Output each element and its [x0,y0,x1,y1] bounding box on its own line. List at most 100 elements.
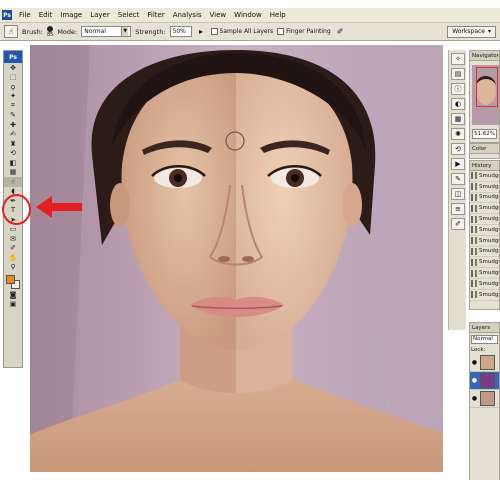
layer-thumbnail [480,373,495,388]
eye-icon[interactable]: ● [471,359,478,366]
navigator-icon[interactable]: ✧ [451,53,465,65]
menu-filter[interactable]: Filter [143,8,168,23]
view-box[interactable] [476,67,498,107]
healing-brush-icon[interactable]: ✚ [4,120,22,130]
move-icon[interactable]: ✥ [4,63,22,73]
histogram-icon[interactable]: ▤ [451,68,465,80]
pressure-icon[interactable]: ✐ [335,26,346,37]
history-source-checkbox[interactable] [471,258,473,266]
zoom-icon[interactable]: ⚲ [4,263,22,273]
sample-all-layers-checkbox[interactable]: Sample All Layers [210,28,273,35]
brush-icon[interactable]: ✍ [4,130,22,140]
history-row[interactable]: Smudge [470,182,499,193]
history-row[interactable]: Smudge [470,236,499,247]
tool-preset-picker[interactable]: ☝ [4,25,18,38]
history-source-checkbox[interactable] [471,269,473,277]
history-brush-icon[interactable]: ⟲ [4,149,22,159]
menu-help[interactable]: Help [266,8,290,23]
menu-layer[interactable]: Layer [86,8,114,23]
blend-mode-select[interactable]: Normal [471,335,498,344]
notes-icon[interactable]: ✉ [4,234,22,244]
magic-wand-icon[interactable]: ✦ [4,92,22,102]
navigator-thumbnail[interactable] [472,65,499,125]
history-icon[interactable]: ⟲ [451,143,465,155]
history-row[interactable]: Smudge [470,290,499,301]
menu-view[interactable]: View [206,8,231,23]
actions-icon[interactable]: ▶ [451,158,465,170]
tool-presets-icon[interactable]: ✎ [451,173,465,185]
finger-painting-checkbox[interactable]: Finger Painting [277,28,331,35]
crop-icon[interactable]: ⌗ [4,101,22,111]
mode-select[interactable]: Normal ▼ [81,26,132,37]
history-row[interactable]: Smudge [470,203,499,215]
history-row[interactable]: Smudge [470,279,499,290]
layer-row-selected[interactable]: ● [470,372,499,390]
menu-image[interactable]: Image [56,8,86,23]
slice-icon[interactable]: ✎ [4,111,22,121]
history-source-checkbox[interactable] [471,193,473,201]
history-row[interactable]: Smudge [470,247,499,258]
history-row[interactable]: Smudge [470,268,499,279]
eraser-icon[interactable]: ◧ [4,158,22,168]
layer-row[interactable]: ● [470,390,499,408]
eyedropper-icon[interactable]: ✐ [4,244,22,254]
layer-row[interactable]: ● [470,354,499,372]
hand-icon[interactable]: ✋ [4,253,22,263]
strength-input[interactable]: 50% [169,26,192,37]
tab-color[interactable]: Color [470,144,499,154]
swatches-icon[interactable]: ▦ [451,113,465,125]
history-row[interactable]: Smudge [470,193,499,204]
marquee-icon[interactable]: ⬚ [4,73,22,83]
highlight-circle [2,194,31,225]
history-source-checkbox[interactable] [471,247,473,255]
history-source-checkbox[interactable] [471,280,473,288]
document-canvas[interactable] [30,45,443,472]
menu-edit[interactable]: Edit [35,8,57,23]
info-icon[interactable]: ⓘ [451,83,465,95]
smudge-step-icon [475,172,477,180]
channels-icon[interactable]: ≡ [451,203,465,215]
gradient-icon[interactable]: ▦ [4,168,22,178]
paths-icon[interactable]: ✐ [451,218,465,230]
brush-picker[interactable]: 85 [46,25,54,38]
smudge-icon[interactable]: ☝ [4,177,22,187]
tool-list: ✥ ⬚ ϙ ✦ ⌗ ✎ ✚ ✍ ♜ ⟲ ◧ ▦ ☝ ◖ ✒ T ➤ ▭ ✉ ✐ ✋ ⚲ [4,63,22,272]
workspace-button[interactable]: Workspace ▾ [447,25,496,38]
color-swatches[interactable] [4,274,22,290]
menu-window[interactable]: Window [230,8,266,23]
history-source-checkbox[interactable] [471,172,473,180]
tab-layers[interactable]: Layers [470,323,499,333]
color-icon[interactable]: ◐ [451,98,465,110]
tab-history[interactable]: History [470,161,499,171]
eye-icon[interactable]: ● [471,395,478,402]
history-source-checkbox[interactable] [471,226,473,234]
tab-navigator[interactable]: Navigator [470,51,499,61]
history-row[interactable]: Smudge [470,171,499,182]
history-source-checkbox[interactable] [471,237,473,245]
shape-icon[interactable]: ▭ [4,225,22,235]
clone-stamp-icon[interactable]: ♜ [4,139,22,149]
strength-slider-arrow-icon[interactable]: ▸ [196,26,207,37]
menu-select[interactable]: Select [114,8,144,23]
history-source-checkbox[interactable] [471,291,473,299]
history-row[interactable]: Smudge [470,225,499,236]
layers-icon[interactable]: ◫ [451,188,465,200]
history-row[interactable]: Smudge [470,257,499,269]
history-step-label: Smudge [479,280,500,287]
menu-analysis[interactable]: Analysis [169,8,206,23]
eye-icon[interactable]: ● [471,377,478,384]
history-source-checkbox[interactable] [471,204,473,212]
history-source-checkbox[interactable] [471,215,473,223]
history-list: Smudge Smudge Smudge Smudge Smudge Smudge Smud… [470,171,499,301]
lasso-icon[interactable]: ϙ [4,82,22,92]
history-source-checkbox[interactable] [471,183,473,191]
brush-size-value: 85 [46,31,54,38]
foreground-color-swatch[interactable] [6,275,15,284]
styles-icon[interactable]: ✺ [451,128,465,140]
zoom-field[interactable]: 51.62% [472,129,497,139]
history-step-label: Smudge [479,172,500,179]
screen-mode-icon[interactable]: ▣ [4,300,22,310]
history-row[interactable]: Smudge [470,214,499,225]
quick-mask-icon[interactable]: ◙ [4,290,22,300]
menu-file[interactable]: File [15,8,35,23]
